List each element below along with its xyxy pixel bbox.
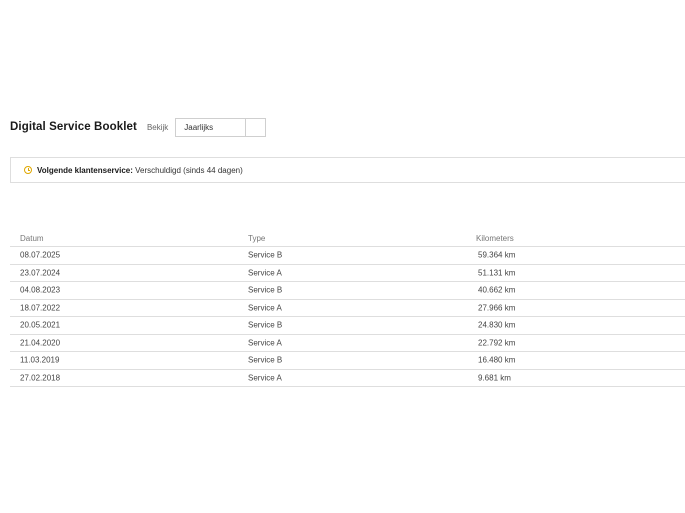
column-header-kilometers: Kilometers — [476, 234, 514, 243]
next-service-text: Volgende klantenservice: Verschuldigd (s… — [37, 166, 243, 175]
table-row: 21.04.2020 Service A 22.792 km — [10, 335, 685, 352]
cell-date: 27.02.2018 — [20, 373, 61, 383]
page-header: Digital Service Booklet Bekijk Jaarlijks — [10, 117, 267, 137]
cell-kilometers: 9.681 km — [478, 373, 511, 383]
cell-kilometers: 51.131 km — [478, 268, 516, 278]
table-row: 23.07.2024 Service A 51.131 km — [10, 265, 685, 282]
table-row: 18.07.2022 Service A 27.966 km — [10, 300, 685, 317]
cell-type: Service A — [248, 268, 282, 278]
table-row: 27.02.2018 Service A 9.681 km — [10, 370, 685, 387]
cell-date: 04.08.2023 — [20, 285, 61, 295]
cell-type: Service A — [248, 303, 282, 313]
view-period-value: Jaarlijks — [184, 122, 214, 132]
column-header-date: Datum — [20, 234, 44, 243]
cell-date: 08.07.2025 — [20, 250, 61, 260]
cell-kilometers: 40.662 km — [478, 285, 516, 295]
clock-icon — [24, 166, 32, 174]
cell-kilometers: 59.364 km — [478, 250, 516, 260]
cell-date: 20.05.2021 — [20, 320, 61, 330]
cell-type: Service B — [248, 320, 283, 330]
cell-date: 23.07.2024 — [20, 268, 61, 278]
cell-kilometers: 24.830 km — [478, 320, 516, 330]
view-label: Bekijk — [146, 122, 169, 132]
next-service-label: Volgende klantenservice: — [37, 165, 133, 175]
table-row: 08.07.2025 Service B 59.364 km — [10, 247, 685, 265]
cell-type: Service B — [248, 250, 283, 260]
cell-date: 18.07.2022 — [20, 303, 61, 313]
cell-date: 21.04.2020 — [20, 338, 61, 348]
view-period-select[interactable]: Jaarlijks — [175, 117, 267, 137]
table-row: 11.03.2019 Service B 16.480 km — [10, 352, 685, 370]
cell-kilometers: 22.792 km — [478, 338, 516, 348]
cell-kilometers: 16.480 km — [478, 355, 516, 365]
cell-type: Service B — [248, 285, 283, 295]
table-row: 04.08.2023 Service B 40.662 km — [10, 282, 685, 300]
column-header-type: Type — [248, 234, 266, 243]
next-service-banner: Volgende klantenservice: Verschuldigd (s… — [10, 157, 685, 183]
service-history-table: Datum Type Kilometers 08.07.2025 Service… — [10, 226, 685, 387]
table-header: Datum Type Kilometers — [10, 226, 685, 247]
cell-type: Service A — [248, 338, 282, 348]
cell-type: Service B — [248, 355, 283, 365]
cell-type: Service A — [248, 373, 282, 383]
select-toggle-button[interactable] — [245, 118, 265, 136]
table-row: 20.05.2021 Service B 24.830 km — [10, 317, 685, 335]
cell-date: 11.03.2019 — [20, 355, 60, 365]
next-service-status: Verschuldigd (sinds 44 dagen) — [135, 165, 243, 175]
page-title: Digital Service Booklet — [10, 121, 137, 133]
cell-kilometers: 27.966 km — [478, 303, 516, 313]
